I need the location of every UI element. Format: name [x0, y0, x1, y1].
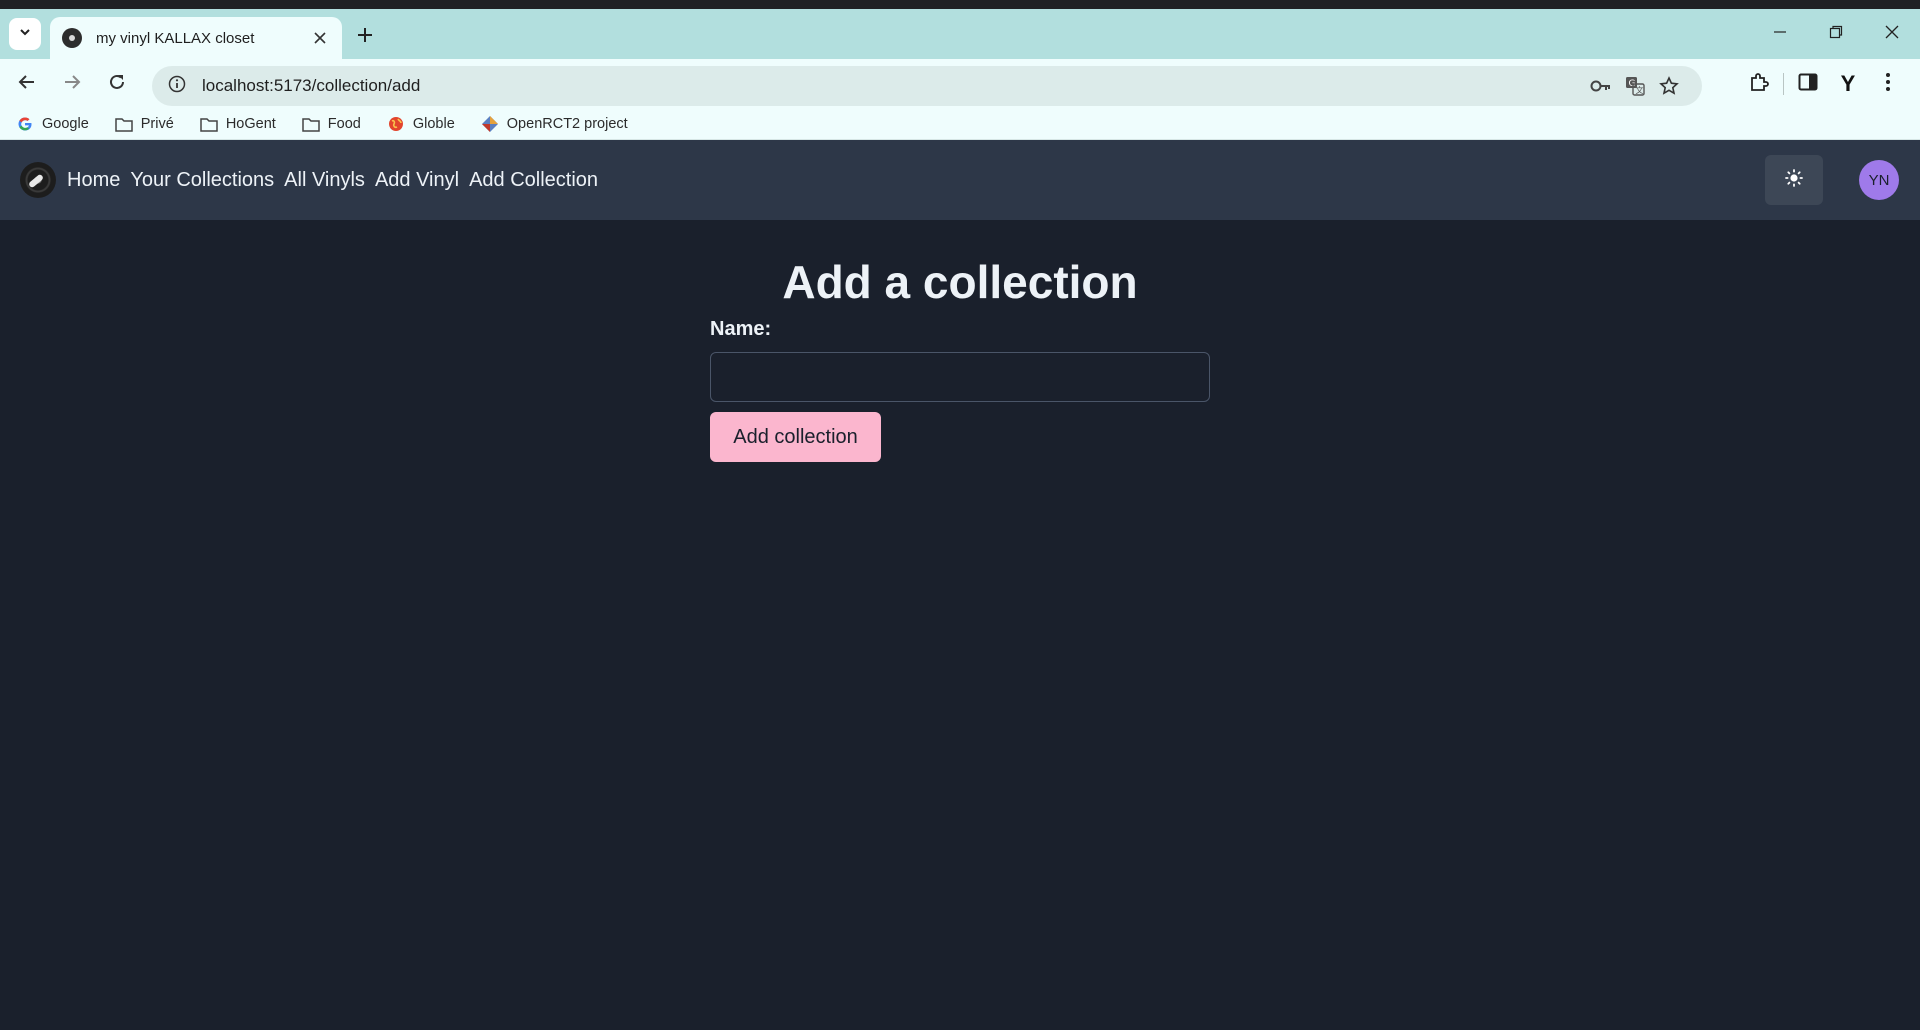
address-url[interactable]: localhost:5173/collection/add: [202, 76, 1584, 96]
openrct2-icon: [481, 115, 499, 133]
minimize-button[interactable]: [1752, 9, 1808, 59]
address-bar[interactable]: localhost:5173/collection/add G文: [152, 66, 1702, 106]
reload-button[interactable]: [99, 66, 135, 102]
bookmark-google[interactable]: Google: [16, 115, 89, 133]
theme-toggle-button[interactable]: [1765, 155, 1823, 205]
tab-strip: my vinyl KALLAX closet: [0, 9, 1920, 59]
page-title: Add a collection: [782, 256, 1138, 308]
collection-name-input[interactable]: [710, 352, 1210, 402]
bookmark-food[interactable]: Food: [302, 115, 361, 133]
close-icon: [1885, 25, 1899, 44]
nav-link-all-vinyls[interactable]: All Vinyls: [284, 169, 365, 192]
bookmark-hogent[interactable]: HoGent: [200, 115, 276, 133]
profile-initial: Y: [1840, 71, 1856, 96]
arrow-left-icon: [18, 73, 36, 96]
bookmark-globle[interactable]: Globle: [387, 115, 455, 133]
browser-tab-active[interactable]: my vinyl KALLAX closet: [50, 17, 342, 59]
bookmark-prive[interactable]: Privé: [115, 115, 174, 133]
toolbar-actions: Y: [1739, 66, 1908, 102]
google-icon: [16, 115, 34, 133]
window-top-border: [0, 0, 1920, 9]
nav-link-home[interactable]: Home: [67, 169, 120, 192]
bookmarks-bar: Google Privé HoGent Food Globle OpenRCT2…: [0, 109, 1920, 140]
side-panel-button[interactable]: [1788, 66, 1828, 102]
puzzle-icon: [1749, 72, 1769, 97]
close-tab-icon[interactable]: [308, 26, 332, 50]
bookmark-star-icon[interactable]: [1652, 69, 1686, 103]
folder-icon: [115, 115, 133, 133]
translate-icon[interactable]: G文: [1618, 69, 1652, 103]
nav-link-your-collections[interactable]: Your Collections: [130, 169, 274, 192]
window-controls: [1752, 9, 1920, 59]
site-info-icon[interactable]: [168, 75, 186, 98]
forward-button[interactable]: [54, 66, 90, 102]
bookmark-label: OpenRCT2 project: [506, 116, 628, 132]
bookmark-label: Globle: [412, 116, 455, 132]
nav-link-add-vinyl[interactable]: Add Vinyl: [375, 169, 459, 192]
bookmark-label: Privé: [140, 116, 174, 132]
password-key-icon[interactable]: [1584, 69, 1618, 103]
svg-text:文: 文: [1636, 85, 1644, 95]
nav-link-add-collection[interactable]: Add Collection: [469, 169, 598, 192]
toolbar-separator: [1783, 73, 1784, 95]
folder-icon: [200, 115, 218, 133]
main-content: Add a collection Name: Add collection: [0, 220, 1920, 1010]
vinyl-logo-icon[interactable]: [20, 162, 56, 198]
browser-menu-button[interactable]: [1868, 66, 1908, 102]
arrow-right-icon: [63, 73, 81, 96]
browser-toolbar: localhost:5173/collection/add G文 Y: [0, 59, 1920, 109]
chevron-down-icon: [18, 25, 32, 44]
name-label: Name:: [710, 318, 772, 340]
extensions-button[interactable]: [1739, 66, 1779, 102]
bookmark-label: Google: [42, 116, 89, 132]
new-tab-button[interactable]: [352, 23, 378, 49]
globe-icon: [387, 115, 405, 133]
add-collection-button[interactable]: Add collection: [710, 412, 881, 462]
sun-icon: [1785, 168, 1803, 192]
minimize-icon: [1773, 25, 1787, 44]
more-vertical-icon: [1885, 72, 1891, 97]
close-window-button[interactable]: [1864, 9, 1920, 59]
folder-icon: [302, 115, 320, 133]
vinyl-favicon-icon: [62, 28, 82, 48]
user-avatar[interactable]: YN: [1859, 160, 1899, 200]
tab-title: my vinyl KALLAX closet: [96, 29, 255, 47]
bookmark-label: Food: [327, 116, 361, 132]
restore-icon: [1829, 25, 1843, 44]
plus-icon: [357, 24, 373, 48]
restore-button[interactable]: [1808, 9, 1864, 59]
bookmark-label: HoGent: [225, 116, 276, 132]
reload-icon: [108, 73, 126, 96]
tab-search-button[interactable]: [9, 18, 41, 50]
back-button[interactable]: [9, 66, 45, 102]
bookmark-openrct2[interactable]: OpenRCT2 project: [481, 115, 628, 133]
side-panel-icon: [1798, 73, 1818, 96]
nav-links: Home Your Collections All Vinyls Add Vin…: [67, 169, 608, 192]
app-navbar: Home Your Collections All Vinyls Add Vin…: [0, 140, 1920, 220]
profile-button[interactable]: Y: [1828, 66, 1868, 102]
